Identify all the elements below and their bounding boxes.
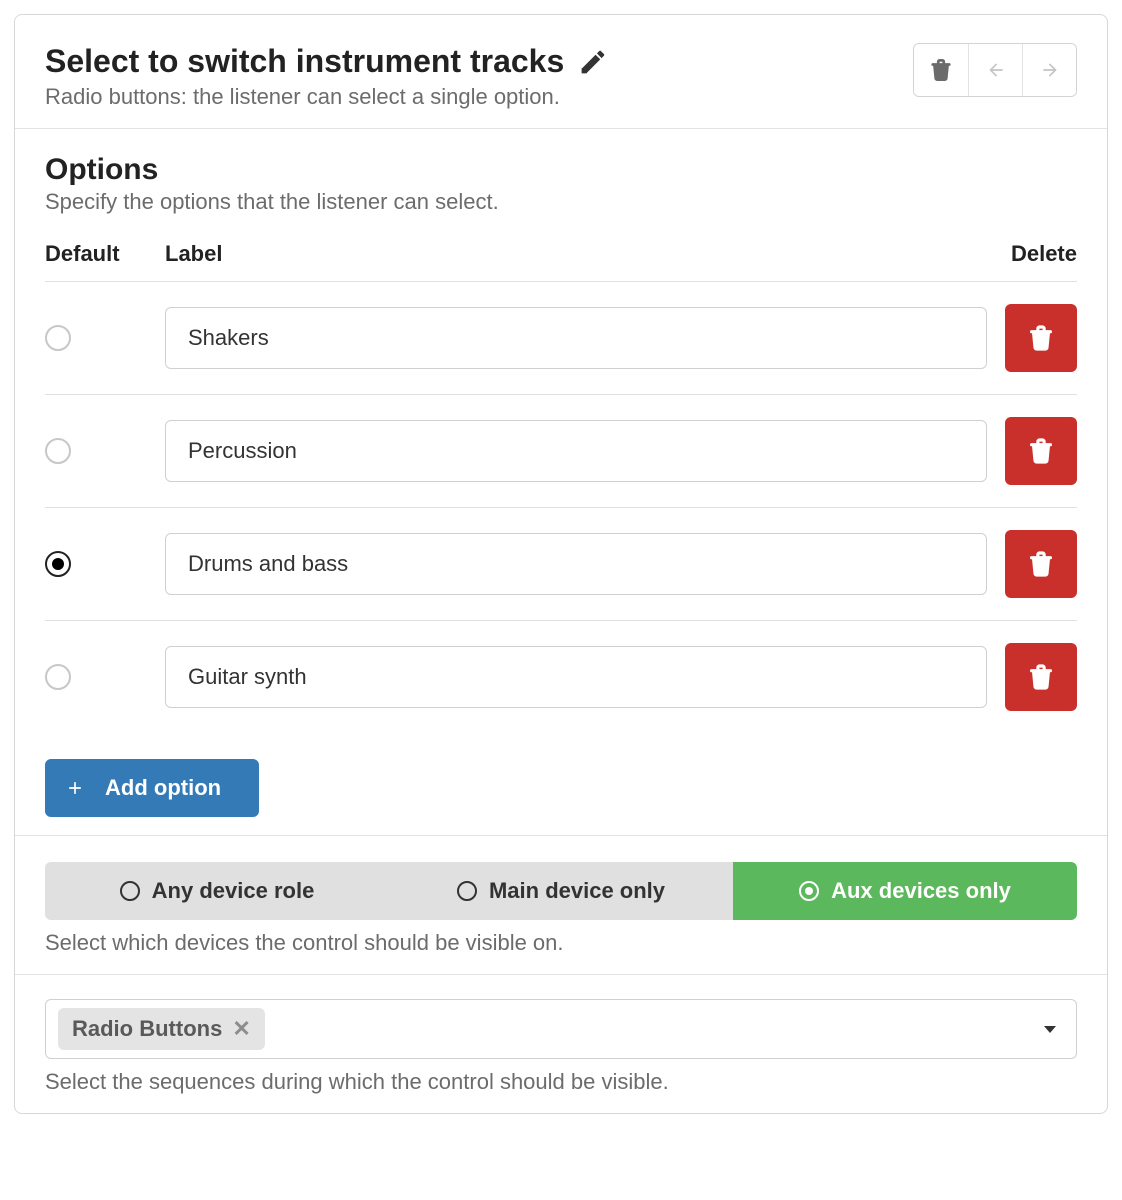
option-row [45, 395, 1077, 508]
device-role-option[interactable]: Any device role [45, 862, 389, 920]
options-section: Options Specify the options that the lis… [15, 129, 1107, 836]
trash-icon [1030, 551, 1052, 577]
sequences-select[interactable]: Radio Buttons ✕ [45, 999, 1077, 1059]
control-panel: Select to switch instrument tracks Radio… [14, 14, 1108, 1114]
sequences-section: Radio Buttons ✕ Select the sequences duri… [15, 975, 1107, 1113]
radio-ring-icon [457, 881, 477, 901]
move-forward-button[interactable] [1022, 44, 1076, 96]
radio-ring-icon [120, 881, 140, 901]
chevron-down-icon [1044, 1026, 1056, 1033]
options-heading: Options [45, 153, 1077, 187]
close-icon[interactable]: ✕ [232, 1018, 250, 1040]
trash-icon [1030, 325, 1052, 351]
column-delete: Delete [987, 241, 1077, 267]
device-role-option-label: Any device role [152, 878, 315, 904]
option-label-input[interactable] [165, 646, 987, 708]
device-role-option-label: Main device only [489, 878, 665, 904]
option-label-input[interactable] [165, 533, 987, 595]
option-label-input[interactable] [165, 307, 987, 369]
delete-option-button[interactable] [1005, 530, 1077, 598]
device-role-option[interactable]: Main device only [389, 862, 733, 920]
delete-option-button[interactable] [1005, 417, 1077, 485]
add-option-label: Add option [105, 775, 221, 801]
sequence-tag[interactable]: Radio Buttons ✕ [58, 1008, 265, 1050]
header-toolbar [913, 43, 1077, 97]
column-default: Default [45, 241, 165, 267]
default-radio[interactable] [45, 438, 71, 464]
option-row [45, 282, 1077, 395]
trash-icon [1030, 438, 1052, 464]
plus-icon [45, 778, 105, 798]
trash-icon [1030, 664, 1052, 690]
column-label: Label [165, 241, 987, 267]
option-row [45, 508, 1077, 621]
options-table-head: Default Label Delete [45, 241, 1077, 282]
add-option-button[interactable]: Add option [45, 759, 259, 817]
option-label-input[interactable] [165, 420, 987, 482]
device-role-help: Select which devices the control should … [45, 930, 1077, 956]
sequences-help: Select the sequences during which the co… [45, 1069, 1077, 1095]
arrow-right-icon [1039, 60, 1061, 80]
default-radio[interactable] [45, 325, 71, 351]
default-radio[interactable] [45, 551, 71, 577]
edit-icon[interactable] [578, 47, 608, 77]
arrow-left-icon [985, 60, 1007, 80]
default-radio[interactable] [45, 664, 71, 690]
page-title-text: Select to switch instrument tracks [45, 43, 564, 80]
device-role-section: Any device role Main device only Aux devic… [15, 836, 1107, 975]
device-role-segmented: Any device role Main device only Aux devic… [45, 862, 1077, 920]
options-description: Specify the options that the listener ca… [45, 189, 1077, 215]
move-back-button[interactable] [968, 44, 1022, 96]
device-role-option[interactable]: Aux devices only [733, 862, 1077, 920]
device-role-option-label: Aux devices only [831, 878, 1011, 904]
radio-ring-icon [799, 881, 819, 901]
page-subtitle: Radio buttons: the listener can select a… [45, 84, 913, 110]
header-section: Select to switch instrument tracks Radio… [15, 15, 1107, 129]
options-table: Default Label Delete [45, 241, 1077, 733]
trash-icon [931, 59, 951, 81]
delete-option-button[interactable] [1005, 304, 1077, 372]
delete-control-button[interactable] [914, 44, 968, 96]
option-row [45, 621, 1077, 733]
sequence-tag-label: Radio Buttons [72, 1016, 222, 1042]
page-title: Select to switch instrument tracks [45, 43, 913, 80]
delete-option-button[interactable] [1005, 643, 1077, 711]
